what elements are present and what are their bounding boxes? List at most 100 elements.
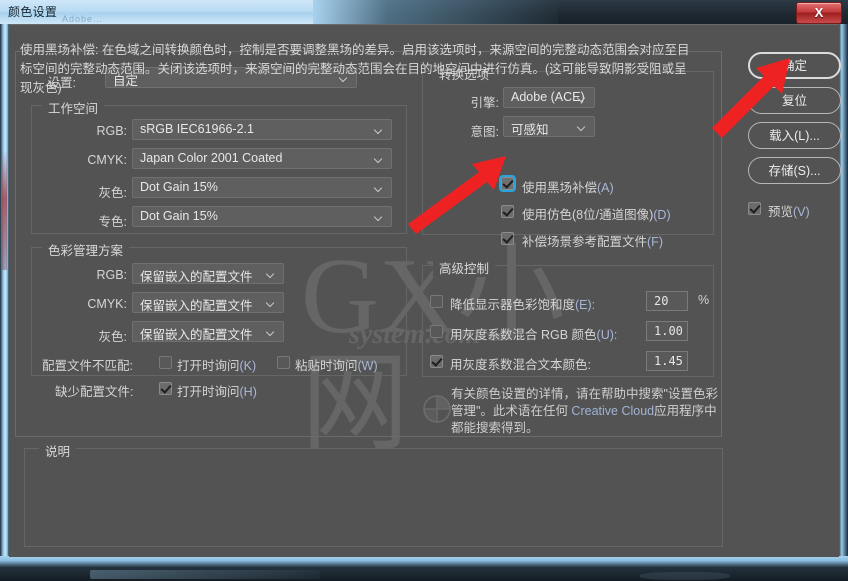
- missing-label: 缺少配置文件:: [55, 385, 134, 399]
- chevron-down-icon: [267, 300, 276, 306]
- blend-rgb-gamma-input[interactable]: 1.00: [646, 321, 688, 341]
- mismatch-open-accel: (K): [239, 359, 257, 373]
- ws-gray-dropdown[interactable]: Dot Gain 15%: [132, 177, 392, 198]
- chevron-down-icon: [267, 271, 276, 277]
- reset-button[interactable]: 复位: [748, 87, 841, 114]
- os-window: 颜色设置 Adobe… X GX小网 system.com 设置: 自定 工作空…: [0, 0, 848, 581]
- intent-value: 可感知: [511, 123, 549, 137]
- close-icon[interactable]: X: [796, 2, 842, 24]
- cm-rgb-label: RGB:: [96, 268, 127, 282]
- description-title: 说明: [39, 441, 77, 460]
- blend-text-gamma-checkbox[interactable]: [430, 355, 443, 368]
- missing-open-accel: (H): [239, 385, 257, 399]
- taskbar-ghost: [90, 570, 320, 579]
- preview-checkbox[interactable]: [748, 202, 761, 215]
- ws-rgb-label: RGB:: [96, 124, 127, 138]
- blend-text-text: 用灰度系数混合文本颜色:: [450, 358, 591, 372]
- desaturate-monitor-checkbox[interactable]: [430, 295, 443, 308]
- intent-dropdown[interactable]: 可感知: [503, 116, 595, 137]
- ws-spot-label: 专色:: [98, 215, 127, 229]
- ws-spot-dropdown[interactable]: Dot Gain 15%: [132, 206, 392, 227]
- desat-value: 20: [654, 294, 669, 308]
- desaturate-monitor-input[interactable]: 20: [646, 291, 688, 311]
- help-note: 有关颜色设置的详情，请在帮助中搜索"设置色彩管理"。此术语在任何 Creativ…: [451, 386, 729, 437]
- chevron-down-icon: [375, 156, 384, 162]
- preview-label: 预览(V): [768, 201, 810, 220]
- blend-rgb-accel: (U):: [596, 328, 618, 342]
- cm-cmyk-label: CMYK:: [87, 297, 127, 311]
- chevron-down-icon: [375, 185, 384, 191]
- ws-cmyk-label: CMYK:: [87, 153, 127, 167]
- window-title: 颜色设置: [8, 5, 58, 19]
- color-management-title: 色彩管理方案: [42, 240, 130, 259]
- mismatch-paste-label: 粘贴时询问(W): [295, 355, 378, 374]
- intent-label: 意图:: [470, 125, 499, 139]
- missing-open-label: 打开时询问(H): [177, 381, 257, 400]
- cm-cmyk-value: 保留嵌入的配置文件: [140, 299, 253, 313]
- taskbar-ghost-right: [640, 572, 730, 580]
- ws-gray-label: 灰色:: [98, 186, 127, 200]
- scene-referred-checkbox[interactable]: [501, 232, 514, 245]
- blend-text-gamma-input[interactable]: 1.45: [646, 351, 688, 371]
- mismatch-label: 配置文件不匹配:: [42, 359, 133, 373]
- black-point-compensation-checkbox[interactable]: [499, 175, 516, 192]
- color-settings-dialog: GX小网 system.com 设置: 自定 工作空间 RGB: sRGB IE…: [9, 24, 841, 557]
- description-group: 说明: [24, 441, 723, 547]
- ws-cmyk-dropdown[interactable]: Japan Color 2001 Coated: [132, 148, 392, 169]
- bpc-text: 使用黑场补偿: [522, 181, 598, 195]
- blend-rgb-text: 用灰度系数混合 RGB 颜色: [450, 328, 597, 342]
- working-spaces-title: 工作空间: [42, 98, 105, 117]
- use-dither-label: 使用仿色(8位/通道图像)(D): [522, 204, 671, 223]
- blend-text-gamma-label: 用灰度系数混合文本颜色:: [450, 354, 591, 373]
- save-button[interactable]: 存储(S)...: [748, 157, 841, 184]
- cm-cmyk-dropdown[interactable]: 保留嵌入的配置文件: [132, 292, 284, 313]
- load-button[interactable]: 载入(L)...: [748, 122, 841, 149]
- desaturate-monitor-label: 降低显示器色彩饱和度(E):: [450, 294, 595, 313]
- missing-open-text: 打开时询问: [177, 385, 240, 399]
- blend-rgb-gamma-checkbox[interactable]: [430, 325, 443, 338]
- blend-rgb-value: 1.00: [654, 324, 683, 338]
- window-title-ghost: Adobe…: [62, 14, 104, 24]
- chevron-down-icon: [578, 124, 587, 130]
- titlebar-gloss-fade: [313, 0, 558, 24]
- preview-accel: (V): [793, 205, 810, 219]
- cm-rgb-value: 保留嵌入的配置文件: [140, 270, 253, 284]
- ok-button[interactable]: 确定: [748, 52, 841, 79]
- globe-icon: [423, 395, 451, 423]
- chevron-down-icon: [375, 127, 384, 133]
- window-titlebar: 颜色设置 Adobe… X: [0, 0, 848, 24]
- advanced-controls-title: 高级控制: [433, 258, 496, 277]
- window-frame-left-tint: [2, 150, 7, 270]
- chevron-down-icon: [267, 329, 276, 335]
- ws-rgb-dropdown[interactable]: sRGB IEC61966-2.1: [132, 119, 392, 140]
- cm-gray-label: 灰色:: [98, 330, 127, 344]
- mismatch-open-label: 打开时询问(K): [177, 355, 256, 374]
- description-text: 使用黑场补偿: 在色域之间转换颜色时，控制是否要调整黑场的差异。启用该选项时，来…: [20, 43, 690, 95]
- cm-rgb-dropdown[interactable]: 保留嵌入的配置文件: [132, 263, 284, 284]
- ws-spot-value: Dot Gain 15%: [140, 209, 218, 223]
- mismatch-paste-text: 粘贴时询问: [295, 359, 358, 373]
- window-frame-left: [0, 24, 9, 556]
- missing-open-checkbox[interactable]: [159, 382, 172, 395]
- blend-text-value: 1.45: [654, 354, 683, 368]
- mismatch-open-checkbox[interactable]: [159, 356, 172, 369]
- mismatch-open-text: 打开时询问: [177, 359, 240, 373]
- cm-gray-value: 保留嵌入的配置文件: [140, 328, 253, 342]
- black-point-compensation-label: 使用黑场补偿(A): [522, 177, 614, 196]
- desat-text: 降低显示器色彩饱和度: [450, 298, 576, 312]
- ws-gray-value: Dot Gain 15%: [140, 180, 218, 194]
- dither-accel: (D): [653, 208, 671, 222]
- scene-accel: (F): [647, 235, 663, 249]
- cm-gray-dropdown[interactable]: 保留嵌入的配置文件: [132, 321, 284, 342]
- dither-text: 使用仿色(8位/通道图像): [522, 208, 654, 222]
- ws-rgb-value: sRGB IEC61966-2.1: [140, 122, 254, 136]
- mismatch-paste-accel: (W): [357, 359, 378, 373]
- help-line2-cc: Creative Cloud: [571, 404, 655, 418]
- mismatch-paste-checkbox[interactable]: [277, 356, 290, 369]
- percent-suffix: %: [698, 293, 710, 307]
- use-dither-checkbox[interactable]: [501, 205, 514, 218]
- chevron-down-icon: [375, 214, 384, 220]
- desat-accel: (E):: [575, 298, 596, 312]
- scene-text: 补偿场景参考配置文件: [522, 235, 648, 249]
- bpc-accel: (A): [597, 181, 614, 195]
